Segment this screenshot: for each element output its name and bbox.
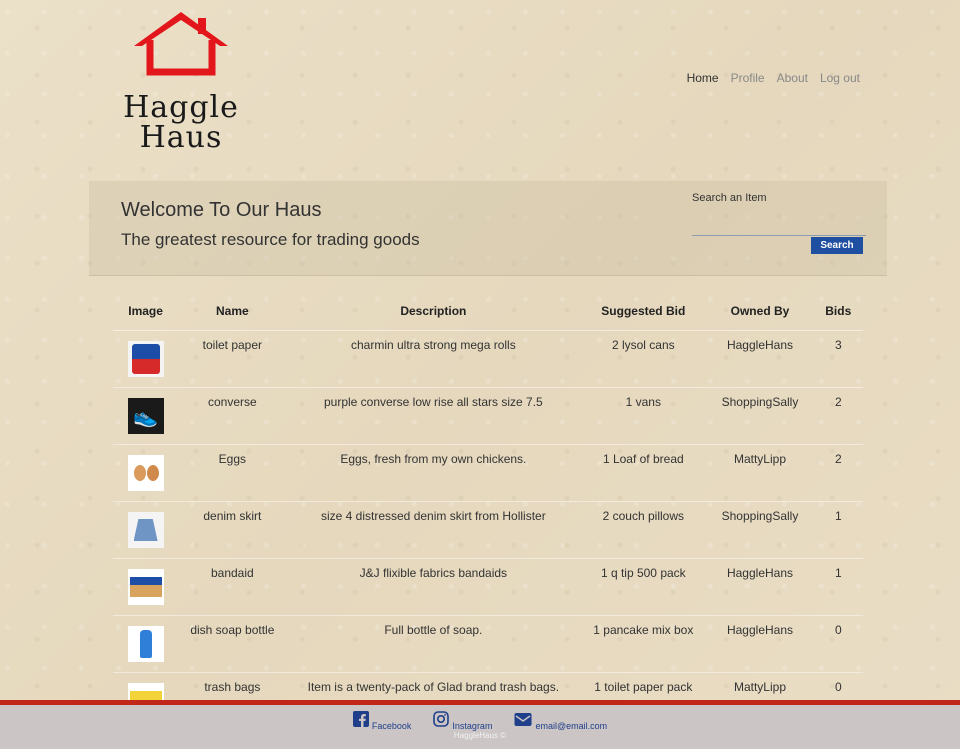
site-logo[interactable]: Haggle Haus <box>116 8 246 155</box>
item-description: J&J flixible fabrics bandaids <box>359 566 508 580</box>
item-description: charmin ultra strong mega rolls <box>350 338 516 352</box>
item-name[interactable]: Eggs <box>178 452 286 466</box>
nav-logout[interactable]: Log out <box>820 71 860 85</box>
hero-title: Welcome To Our Haus <box>121 199 322 221</box>
item-owner: ShoppingSally <box>721 509 799 523</box>
soap-bottle-icon[interactable] <box>127 626 164 662</box>
denim-skirt-icon[interactable] <box>127 512 164 548</box>
item-description: Item is a twenty-pack of Glad brand tras… <box>307 680 560 694</box>
items-table: Image Name Description Suggested Bid Own… <box>113 292 863 730</box>
email-link[interactable]: email@email.com <box>514 711 607 731</box>
item-description: size 4 distressed denim skirt from Holli… <box>320 509 546 523</box>
item-owner: HaggleHans <box>726 623 794 637</box>
item-name[interactable]: toilet paper <box>178 338 286 352</box>
item-suggested-bid: 1 vans <box>625 395 661 409</box>
instagram-label: Instagram <box>452 721 493 731</box>
header-owned-by[interactable]: Owned By <box>706 292 814 331</box>
header-image[interactable]: Image <box>113 292 179 331</box>
email-label: email@email.com <box>535 721 608 731</box>
item-name[interactable]: converse <box>178 395 286 409</box>
facebook-icon <box>352 711 369 731</box>
table-row[interactable]: Eggs Eggs, fresh from my own chickens. 1… <box>113 444 863 502</box>
table-row[interactable]: dish soap bottle Full bottle of soap. 1 … <box>113 615 863 673</box>
item-bids: 0 <box>834 680 842 694</box>
search-button[interactable]: Search <box>811 237 863 254</box>
table-header-row: Image Name Description Suggested Bid Own… <box>113 292 863 331</box>
bandaid-box-icon[interactable] <box>127 569 164 605</box>
item-description: purple converse low rise all stars size … <box>323 395 543 409</box>
facebook-label: Facebook <box>371 721 412 731</box>
site-footer: Facebook Instagram email@email.com Haggl… <box>0 700 960 749</box>
search-input[interactable] <box>692 217 866 236</box>
brand-name-line2: Haus <box>139 120 223 155</box>
item-bids: 1 <box>834 509 842 523</box>
header-suggested-bid[interactable]: Suggested Bid <box>580 292 707 331</box>
item-suggested-bid: 1 q tip 500 pack <box>600 566 686 580</box>
nav-profile[interactable]: Profile <box>731 71 765 85</box>
item-bids: 2 <box>834 395 842 409</box>
table-row[interactable]: toilet paper charmin ultra strong mega r… <box>113 330 863 388</box>
envelope-icon <box>514 711 532 731</box>
item-name[interactable]: dish soap bottle <box>178 623 286 637</box>
search-label: Search an Item <box>692 192 767 204</box>
item-bids: 0 <box>834 623 842 637</box>
main-nav: Home Profile About Log out <box>687 71 860 85</box>
house-icon <box>134 12 228 76</box>
item-name[interactable]: bandaid <box>178 566 286 580</box>
item-bids: 3 <box>834 338 842 352</box>
footer-links: Facebook Instagram email@email.com <box>0 711 960 731</box>
item-suggested-bid: 2 couch pillows <box>602 509 684 523</box>
copyright-text: HaggleHaus © <box>453 731 507 740</box>
sneakers-icon[interactable]: 👟 <box>127 398 164 434</box>
item-owner: MattyLipp <box>733 680 786 694</box>
header-description[interactable]: Description <box>286 292 581 331</box>
item-owner: ShoppingSally <box>721 395 799 409</box>
table-row[interactable]: denim skirt size 4 distressed denim skir… <box>113 501 863 559</box>
header-bids[interactable]: Bids <box>813 292 863 331</box>
table-row[interactable]: bandaid J&J flixible fabrics bandaids 1 … <box>113 558 863 616</box>
item-suggested-bid: 1 pancake mix box <box>593 623 694 637</box>
eggs-icon[interactable] <box>127 455 164 491</box>
item-bids: 2 <box>834 452 842 466</box>
item-description: Eggs, fresh from my own chickens. <box>340 452 527 466</box>
item-owner: HaggleHans <box>726 566 794 580</box>
item-suggested-bid: 1 toilet paper pack <box>594 680 693 694</box>
toilet-paper-icon[interactable] <box>127 341 164 377</box>
nav-home[interactable]: Home <box>687 71 719 85</box>
item-owner: HaggleHans <box>726 338 794 352</box>
item-name[interactable]: trash bags <box>178 680 286 694</box>
item-suggested-bid: 1 Loaf of bread <box>602 452 684 466</box>
instagram-icon <box>433 711 450 731</box>
hero-subtitle: The greatest resource for trading goods <box>121 230 420 249</box>
instagram-link[interactable]: Instagram <box>433 711 492 731</box>
item-suggested-bid: 2 lysol cans <box>611 338 675 352</box>
item-description: Full bottle of soap. <box>384 623 483 637</box>
item-bids: 1 <box>834 566 842 580</box>
hero-banner: Welcome To Our Haus The greatest resourc… <box>89 181 887 276</box>
header-name[interactable]: Name <box>178 292 287 331</box>
item-owner: MattyLipp <box>733 452 786 466</box>
table-row[interactable]: 👟 converse purple converse low rise all … <box>113 387 863 445</box>
nav-about[interactable]: About <box>777 71 808 85</box>
facebook-link[interactable]: Facebook <box>352 711 412 731</box>
item-name[interactable]: denim skirt <box>178 509 286 523</box>
